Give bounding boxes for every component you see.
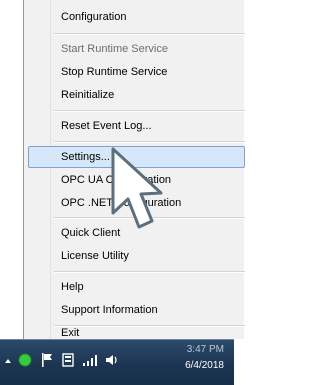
flag-icon[interactable] — [40, 352, 54, 368]
page: Configuration Start Runtime Service Stop… — [0, 0, 245, 385]
speaker-icon[interactable] — [105, 353, 119, 367]
menu-separator — [54, 33, 245, 35]
menu-item-start-runtime-service[interactable]: Start Runtime Service — [28, 38, 245, 60]
menu-item-reset-event-log[interactable]: Reset Event Log... — [28, 115, 245, 137]
clock-time[interactable]: 3:47 PM — [164, 344, 224, 355]
menu-item-stop-runtime-service[interactable]: Stop Runtime Service — [28, 61, 245, 83]
menu-item-reinitialize[interactable]: Reinitialize — [28, 84, 245, 106]
menu-separator — [54, 271, 245, 273]
server-icon[interactable] — [61, 352, 75, 368]
mouse-pointer-icon — [111, 147, 163, 229]
menu-separator — [54, 325, 245, 327]
menu-item-help[interactable]: Help — [28, 276, 245, 298]
menu-separator — [54, 141, 245, 143]
menu-item-support-information[interactable]: Support Information — [28, 299, 245, 321]
clock-date[interactable]: 6/4/2018 — [164, 360, 224, 371]
show-hidden-icons-arrow-icon[interactable] — [4, 357, 12, 365]
menu-separator — [54, 110, 245, 112]
taskbar-notification-area: 3:47 PM 6/4/2018 — [0, 339, 234, 385]
green-status-dot-icon[interactable] — [18, 353, 32, 367]
menu-item-configuration[interactable]: Configuration — [28, 6, 245, 28]
network-signal-icon[interactable] — [82, 354, 98, 366]
menu-item-exit[interactable]: Exit — [28, 328, 245, 339]
menu-item-license-utility[interactable]: License Utility — [28, 245, 245, 267]
